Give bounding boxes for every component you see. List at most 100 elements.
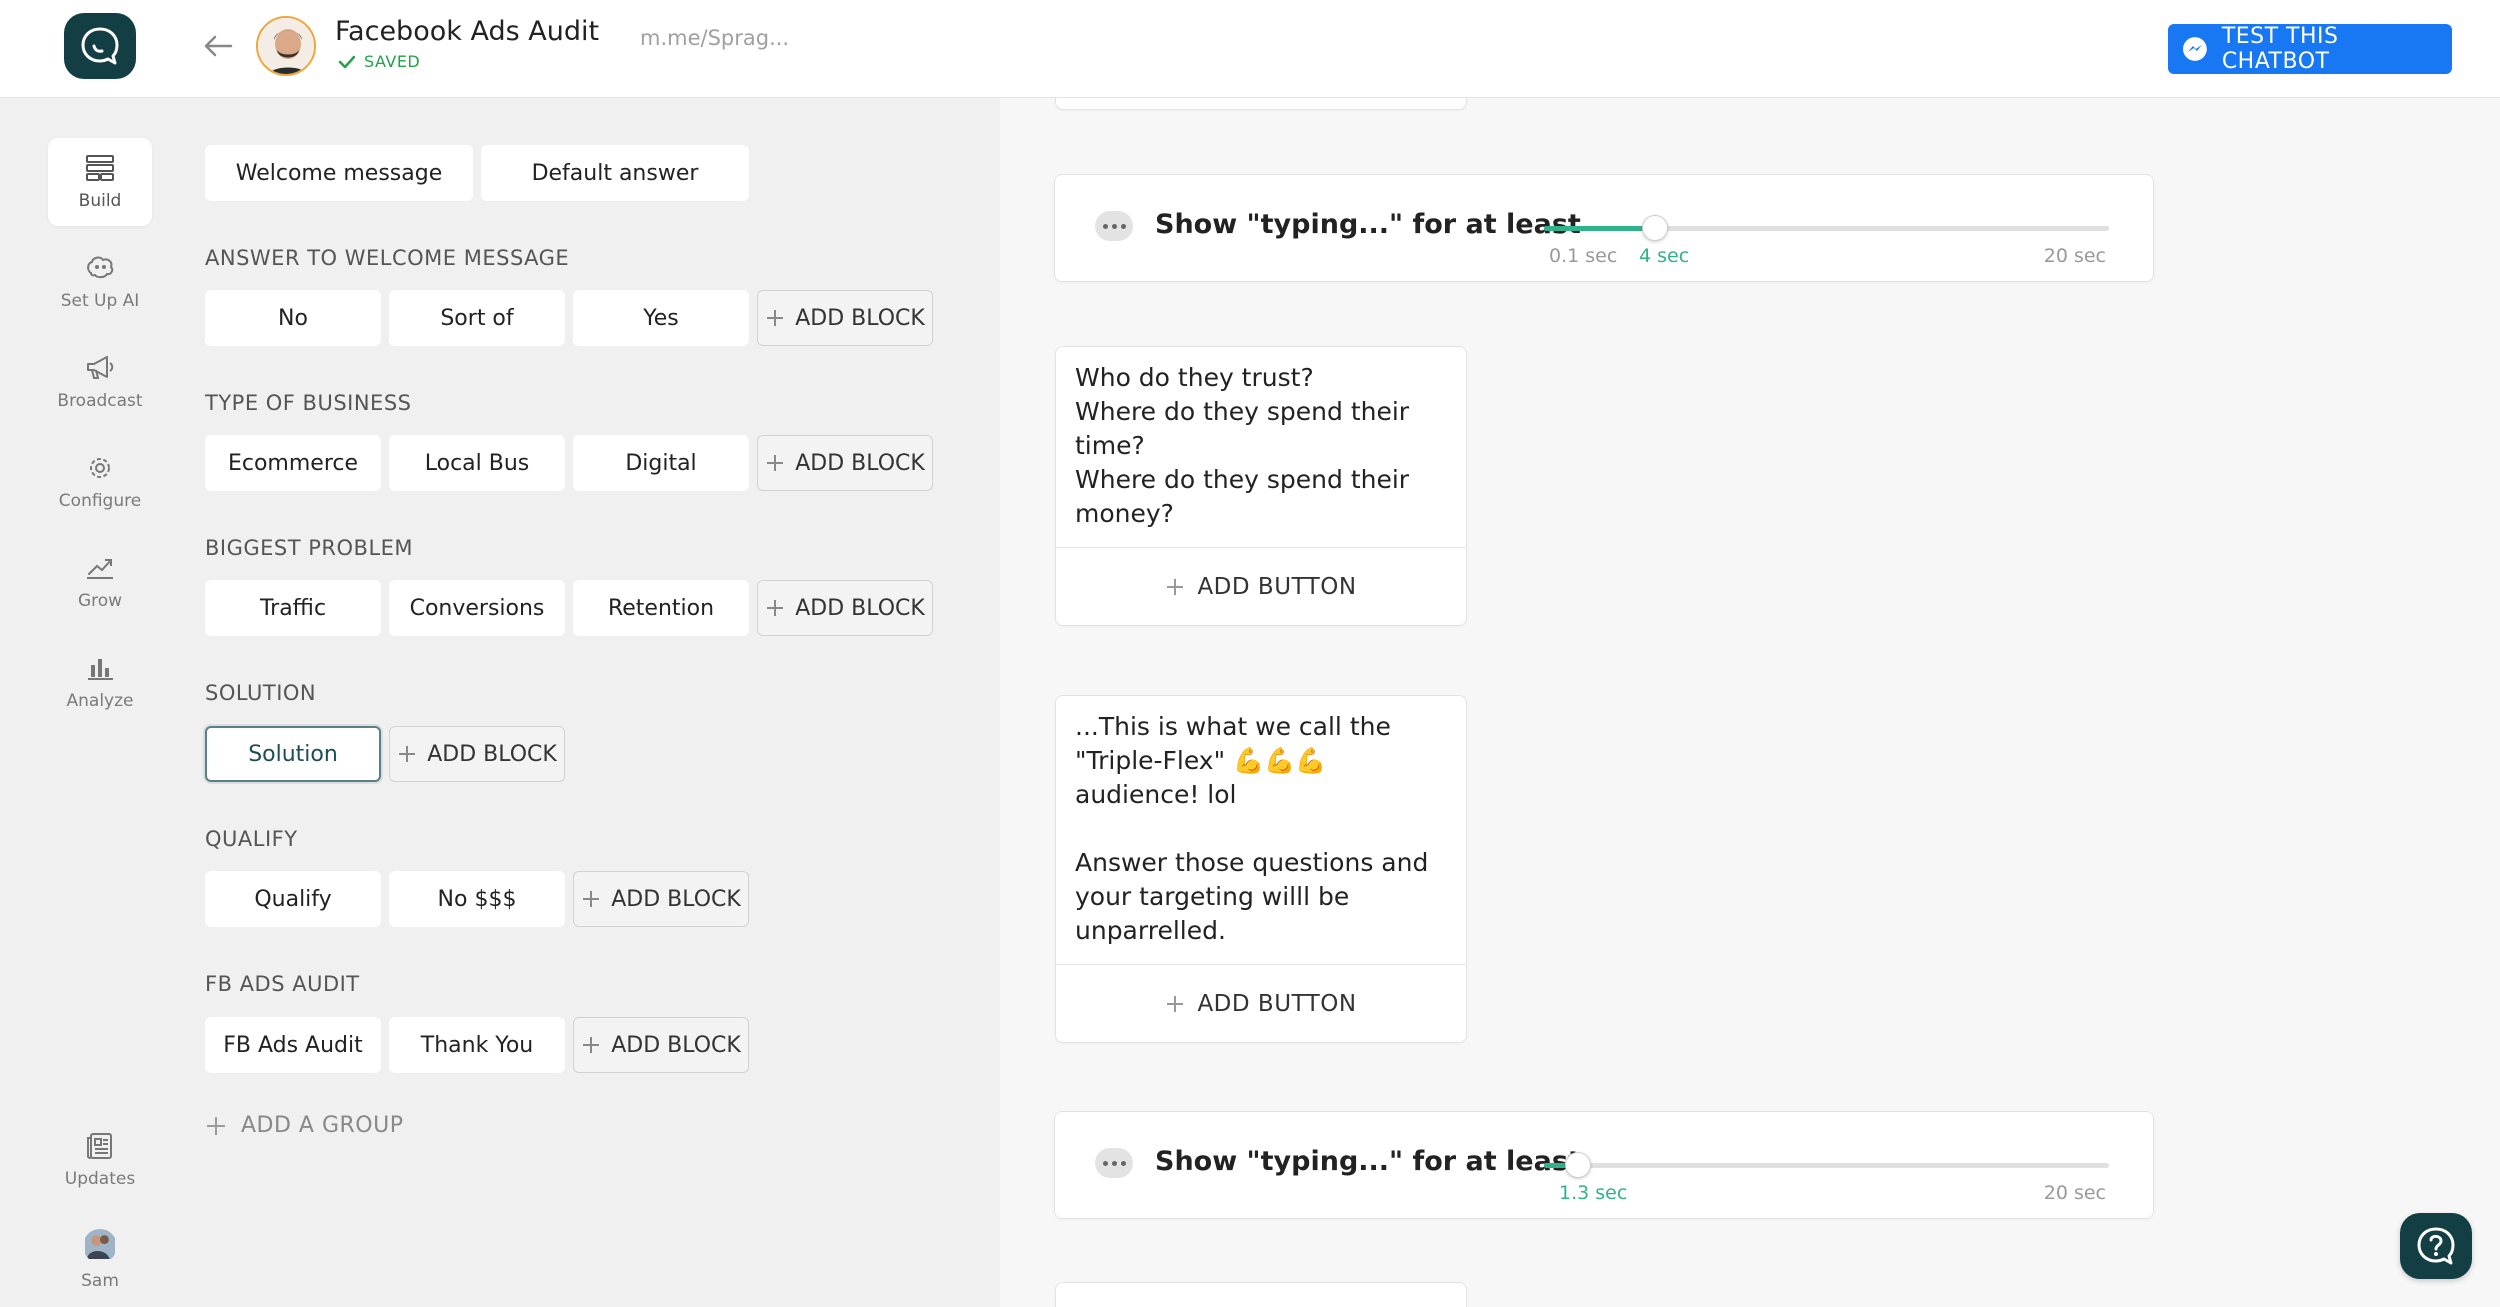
nav-analyze-label: Analyze [66, 691, 134, 711]
typing-delay-card[interactable]: Show "typing..." for at least 0.1 sec 4 … [1054, 174, 2154, 282]
block-chip[interactable]: Ecommerce [205, 435, 381, 491]
typing-dots-icon [1095, 211, 1133, 241]
block-chip[interactable]: Traffic [205, 580, 381, 636]
group-title: QUALIFY [205, 827, 298, 851]
add-group-label: ADD A GROUP [241, 1113, 404, 1138]
build-icon [86, 155, 114, 181]
typing-label: Show "typing..." for at least [1155, 209, 1581, 240]
add-button[interactable]: ADD BUTTON [1056, 964, 1466, 1042]
message-text[interactable]: Who do they trust? Where do they spend t… [1056, 347, 1466, 547]
add-group-button[interactable]: ADD A GROUP [205, 1113, 404, 1138]
block-chip[interactable]: Yes [573, 290, 749, 346]
block-chip[interactable]: No $$$ [389, 871, 565, 927]
back-button[interactable] [200, 28, 236, 64]
nav-configure[interactable]: Configure [48, 438, 152, 526]
typing-slider[interactable] [1544, 215, 2109, 241]
slider-value-label: 4 sec [1639, 245, 1690, 267]
plus-icon [583, 1037, 600, 1053]
plus-icon [399, 746, 416, 762]
megaphone-icon [87, 356, 114, 379]
block-chip[interactable]: Qualify [205, 871, 381, 927]
add-button-label: ADD BUTTON [1197, 573, 1357, 600]
arrow-left-icon [204, 35, 233, 57]
slider-max-label: 20 sec [2043, 1182, 2106, 1204]
plus-icon [1167, 995, 1184, 1012]
block-default-answer[interactable]: Default answer [481, 145, 749, 201]
nav-analyze[interactable]: Analyze [48, 638, 152, 726]
group-title: ANSWER TO WELCOME MESSAGE [205, 246, 570, 270]
add-block-label: ADD BLOCK [795, 595, 925, 621]
block-welcome-message[interactable]: Welcome message [205, 145, 473, 201]
nav-broadcast-label: Broadcast [57, 391, 143, 411]
block-chip-selected[interactable]: Solution [205, 726, 381, 782]
add-block-button[interactable]: ADD BLOCK [389, 726, 565, 782]
nav-user[interactable]: Sam [48, 1216, 152, 1304]
slider-thumb[interactable] [1642, 215, 1668, 241]
group-title: BIGGEST PROBLEM [205, 536, 414, 560]
add-block-label: ADD BLOCK [611, 1032, 741, 1058]
add-block-button[interactable]: ADD BLOCK [757, 580, 933, 636]
top-bar: Facebook Ads Audit SAVED m.me/Sprag... T… [0, 0, 2500, 98]
app-logo[interactable] [64, 13, 136, 79]
left-navigation: Build Set Up AI Broadcast Configure Grow [0, 98, 200, 1307]
add-block-button[interactable]: ADD BLOCK [757, 435, 933, 491]
block-chip[interactable]: No [205, 290, 381, 346]
test-chatbot-button[interactable]: TEST THIS CHATBOT [2168, 24, 2452, 74]
add-button[interactable]: ADD BUTTON [1056, 547, 1466, 625]
text-message-card[interactable]: ...This is what we call the "Triple-Flex… [1055, 695, 1467, 1043]
block-chip[interactable]: FB Ads Audit [205, 1017, 381, 1073]
add-block-label: ADD BLOCK [611, 886, 741, 912]
block-chip[interactable]: Local Bus [389, 435, 565, 491]
checkmark-icon [338, 55, 356, 68]
test-chatbot-label: TEST THIS CHATBOT [2221, 24, 2339, 74]
block-chip[interactable]: Digital [573, 435, 749, 491]
typing-slider[interactable] [1544, 1152, 2109, 1178]
bot-avatar[interactable] [256, 16, 316, 76]
block-chip[interactable]: Thank You [389, 1017, 565, 1073]
saved-label: SAVED [364, 52, 421, 71]
plus-icon [207, 1116, 225, 1135]
plus-icon [1167, 578, 1184, 595]
ai-icon [87, 256, 114, 279]
nav-set-up-ai-label: Set Up AI [60, 291, 140, 311]
user-avatar [83, 1229, 117, 1263]
add-block-label: ADD BLOCK [427, 741, 557, 767]
slider-value-label: 1.3 sec [1559, 1182, 1628, 1204]
gear-icon [90, 458, 110, 478]
nav-build-label: Build [78, 191, 122, 211]
plus-icon [767, 600, 784, 616]
nav-grow[interactable]: Grow [48, 538, 152, 626]
messenger-icon [2182, 37, 2207, 61]
help-button[interactable] [2400, 1213, 2472, 1279]
typing-delay-card[interactable]: Show "typing..." for at least 1.3 sec 20… [1054, 1111, 2154, 1219]
plus-icon [583, 891, 600, 907]
nav-grow-label: Grow [77, 591, 123, 611]
slider-fill [1544, 226, 1655, 231]
bot-link[interactable]: m.me/Sprag... [640, 26, 789, 50]
slider-max-label: 20 sec [2043, 245, 2106, 267]
next-card[interactable] [1055, 1282, 1467, 1307]
plus-icon [767, 310, 784, 326]
person-avatar-icon [258, 18, 314, 74]
block-chip[interactable]: Conversions [389, 580, 565, 636]
nav-build[interactable]: Build [48, 138, 152, 226]
text-message-card[interactable]: Who do they trust? Where do they spend t… [1055, 346, 1467, 626]
group-title: SOLUTION [205, 681, 317, 705]
add-block-button[interactable]: ADD BLOCK [757, 290, 933, 346]
block-chip[interactable]: Retention [573, 580, 749, 636]
typing-dots-icon [1095, 1148, 1133, 1178]
nav-set-up-ai[interactable]: Set Up AI [48, 238, 152, 326]
nav-configure-label: Configure [58, 491, 142, 511]
message-text[interactable]: ...This is what we call the "Triple-Flex… [1056, 696, 1466, 964]
block-chip[interactable]: Sort of [389, 290, 565, 346]
nav-updates[interactable]: Updates [48, 1116, 152, 1204]
add-block-button[interactable]: ADD BLOCK [573, 871, 749, 927]
add-block-button[interactable]: ADD BLOCK [573, 1017, 749, 1073]
add-block-label: ADD BLOCK [795, 450, 925, 476]
slider-min-label: 0.1 sec [1549, 245, 1618, 267]
slider-thumb[interactable] [1565, 1152, 1591, 1178]
add-button-label: ADD BUTTON [1197, 990, 1357, 1017]
nav-user-label: Sam [81, 1271, 119, 1291]
nav-broadcast[interactable]: Broadcast [48, 338, 152, 426]
typing-label: Show "typing..." for at least [1155, 1146, 1581, 1177]
